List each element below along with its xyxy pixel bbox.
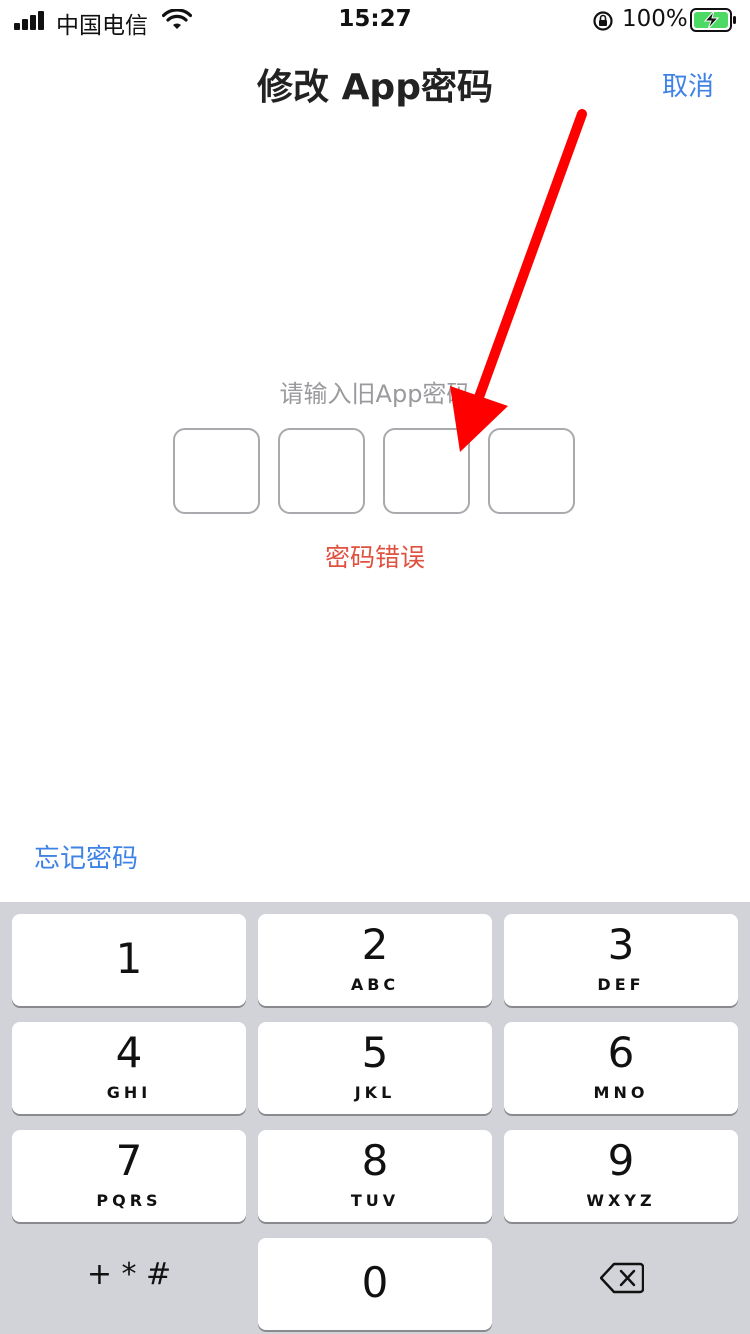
rotation-lock-icon (593, 11, 613, 31)
key-letters: MNO (593, 1083, 649, 1102)
key-digit: 6 (607, 1028, 635, 1077)
key-1[interactable]: 1 (12, 914, 246, 1006)
key-digit: 8 (361, 1136, 389, 1185)
battery-percent: 100% (622, 6, 688, 32)
key-letters: ABC (350, 975, 400, 994)
key-9[interactable]: 9 WXYZ (504, 1130, 738, 1222)
backspace-icon (600, 1262, 644, 1294)
passcode-digit-box[interactable] (173, 428, 260, 514)
key-digit: 4 (115, 1028, 143, 1077)
red-arrow-annotation (450, 109, 587, 452)
key-digit: 0 (361, 1258, 389, 1307)
key-digit: 5 (361, 1028, 389, 1077)
symbols-key[interactable]: + * # (12, 1240, 246, 1332)
key-letters: JKL (354, 1083, 396, 1102)
status-bar: 中国电信 15:27 100% (0, 0, 750, 40)
page-title: 修改 App密码 (257, 67, 493, 108)
key-letters: DEF (597, 975, 645, 994)
delete-key[interactable] (504, 1240, 738, 1332)
error-message: 密码错误 (324, 543, 425, 572)
forgot-password-link[interactable]: 忘记密码 (34, 838, 138, 875)
key-digit: 3 (607, 920, 635, 969)
battery-charging-icon (690, 8, 736, 32)
key-letters: GHI (106, 1083, 152, 1102)
key-digit: 1 (115, 934, 143, 983)
numeric-keypad: 1 2 ABC 3 DEF 4 GHI 5 JKL 6 MNO 7 PQRS 8… (0, 902, 750, 1334)
key-6[interactable]: 6 MNO (504, 1022, 738, 1114)
key-2[interactable]: 2 ABC (258, 914, 492, 1006)
key-digit: 7 (115, 1136, 143, 1185)
key-digit: 9 (607, 1136, 635, 1185)
passcode-digit-box[interactable] (278, 428, 365, 514)
key-0[interactable]: 0 (258, 1238, 492, 1330)
key-3[interactable]: 3 DEF (504, 914, 738, 1006)
key-5[interactable]: 5 JKL (258, 1022, 492, 1114)
passcode-prompt: 请输入旧App密码 (279, 380, 471, 408)
key-letters: TUV (350, 1191, 400, 1210)
key-4[interactable]: 4 GHI (12, 1022, 246, 1114)
key-letters: PQRS (96, 1191, 162, 1210)
key-7[interactable]: 7 PQRS (12, 1130, 246, 1222)
cancel-button[interactable]: 取消 (662, 66, 714, 103)
key-letters: WXYZ (586, 1191, 656, 1210)
key-digit: 2 (361, 920, 389, 969)
key-8[interactable]: 8 TUV (258, 1130, 492, 1222)
